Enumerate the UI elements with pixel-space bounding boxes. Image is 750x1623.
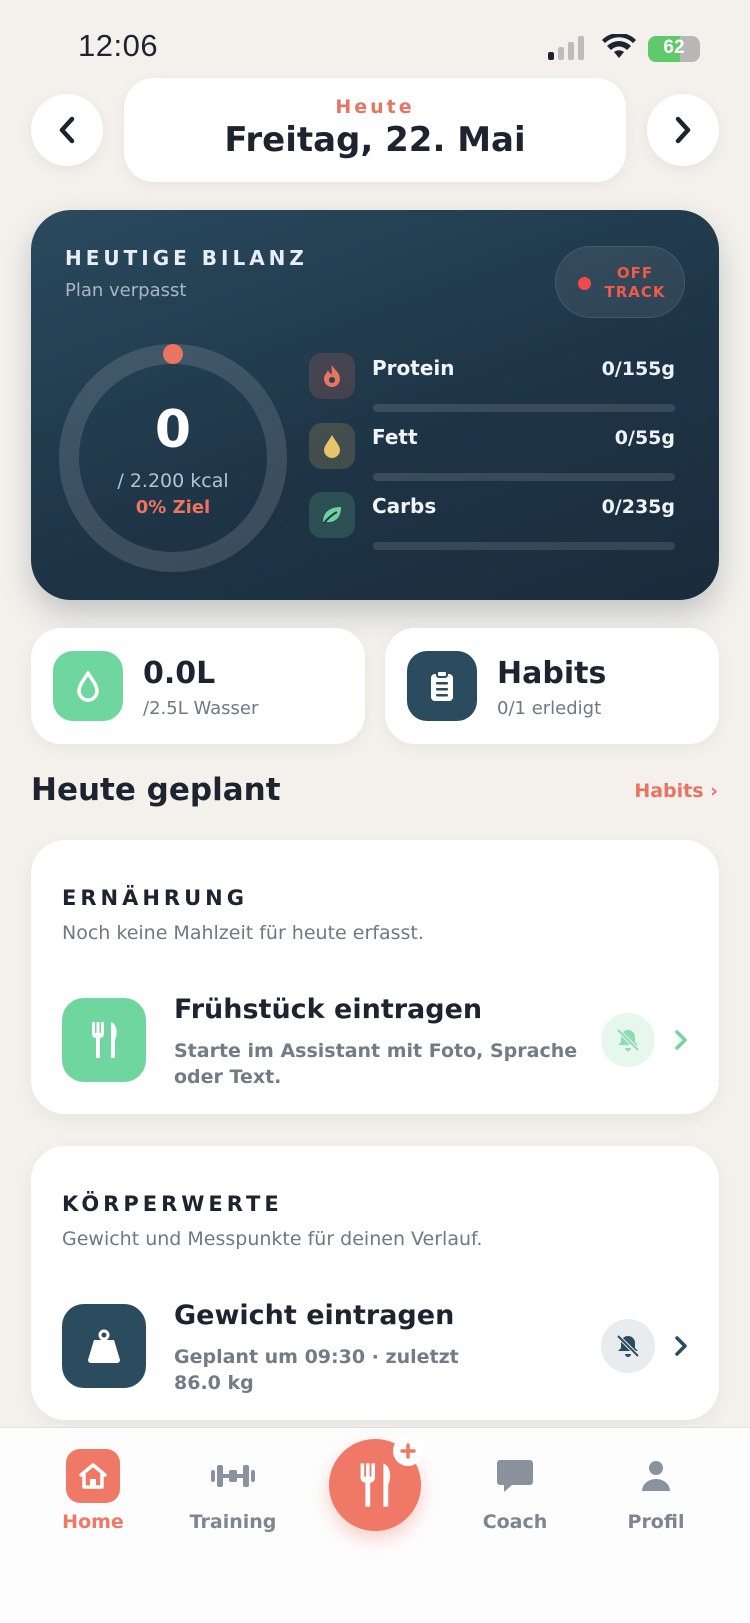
weight-icon [62,1304,146,1388]
water-card[interactable]: 0.0L /2.5L Wasser [31,628,365,744]
macro-label-fat: Fett [372,425,418,449]
previous-day-button[interactable] [31,94,103,166]
battery-level: 62 [663,37,685,58]
nutrition-card: ERNÄHRUNG Noch keine Mahlzeit für heute … [31,840,719,1114]
daily-balance-card[interactable]: HEUTIGE BILANZ Plan verpasst OFF TRACK 0… [31,210,719,600]
calorie-goal: / 2.200 kcal [117,470,229,492]
bell-off-icon [616,1028,640,1052]
date-selector[interactable]: Heute Freitag, 22. Mai [124,78,626,182]
balance-title: HEUTIGE BILANZ [65,246,308,270]
tab-coach[interactable]: Coach [460,1449,570,1533]
water-value: 0.0L [143,656,216,691]
chevron-right-icon[interactable] [669,1334,693,1358]
reminder-toggle-nutrition[interactable] [601,1013,655,1067]
calorie-value: 0 [154,400,192,460]
body-values-card: KÖRPERWERTE Gewicht und Messpunkte für d… [31,1146,719,1420]
status-text: OFF TRACK [604,264,666,302]
chat-icon [488,1449,542,1503]
user-icon [629,1449,683,1503]
wifi-icon [602,34,636,58]
plus-icon [393,1436,423,1466]
home-icon [66,1449,120,1503]
tab-label-coach: Coach [482,1511,548,1533]
section-title: Heute geplant [31,772,281,808]
macro-value-fat: 0/55g [614,427,675,449]
water-drop-icon [53,651,123,721]
flame-icon [309,353,355,399]
chevron-right-icon[interactable] [669,1028,693,1052]
macro-label-carbs: Carbs [372,494,437,518]
macro-bar-fat [373,473,675,481]
dumbbell-icon [206,1449,260,1503]
macro-bar-protein [373,404,675,412]
macro-value-protein: 0/155g [601,358,675,380]
weight-entry-title[interactable]: Gewicht eintragen [174,1300,454,1331]
breakfast-entry-title[interactable]: Frühstück eintragen [174,994,482,1025]
tab-training[interactable]: Training [178,1449,288,1533]
bell-off-icon [616,1334,640,1358]
status-text-line1: OFF [616,264,654,282]
macro-row-carbs [309,492,355,538]
tab-label-home: Home [62,1511,124,1533]
clipboard-icon [407,651,477,721]
nutrition-heading: ERNÄHRUNG [62,886,248,910]
water-goal: /2.5L Wasser [143,698,259,719]
fork-knife-icon [62,998,146,1082]
chevron-left-icon [59,116,75,144]
habits-title: Habits [497,656,607,691]
fork-knife-icon [360,1463,391,1507]
body-values-description: Gewicht und Messpunkte für deinen Verlau… [62,1228,483,1250]
date-title: Freitag, 22. Mai [224,120,526,160]
calorie-percent: 0% Ziel [135,497,211,518]
tab-home[interactable]: Home [38,1449,148,1533]
status-badge: OFF TRACK [555,246,685,318]
macro-bar-carbs [373,542,675,550]
nutrition-description: Noch keine Mahlzeit für heute erfasst. [62,922,424,944]
tab-label-profile: Profil [627,1511,685,1533]
macro-value-carbs: 0/235g [601,496,675,518]
habits-card[interactable]: Habits 0/1 erledigt [385,628,719,744]
status-time: 12:06 [78,28,159,63]
status-text-line2: TRACK [604,283,666,301]
date-relative-label: Heute [335,96,415,118]
battery-indicator: 62 [648,36,700,62]
breakfast-entry-text: Starte im Assistant mit Foto, Sprache od… [174,1040,578,1088]
status-dot [578,277,591,290]
macro-row-fat [309,423,355,469]
weight-entry-text: Geplant um 09:30 · zuletzt 86.0 kg [174,1346,459,1394]
chevron-right-icon [675,116,691,144]
signal-icon [548,36,584,60]
next-day-button[interactable] [647,94,719,166]
habits-progress: 0/1 erledigt [497,698,602,719]
leaf-icon [309,492,355,538]
habits-link[interactable]: Habits › [560,780,718,802]
reminder-toggle-weight[interactable] [601,1319,655,1373]
balance-subtitle: Plan verpasst [65,280,187,301]
body-values-heading: KÖRPERWERTE [62,1192,283,1216]
drop-icon [309,423,355,469]
macro-row-protein [309,353,355,399]
macro-label-protein: Protein [372,356,455,380]
tab-label-training: Training [189,1511,277,1533]
tab-profile[interactable]: Profil [601,1449,711,1533]
